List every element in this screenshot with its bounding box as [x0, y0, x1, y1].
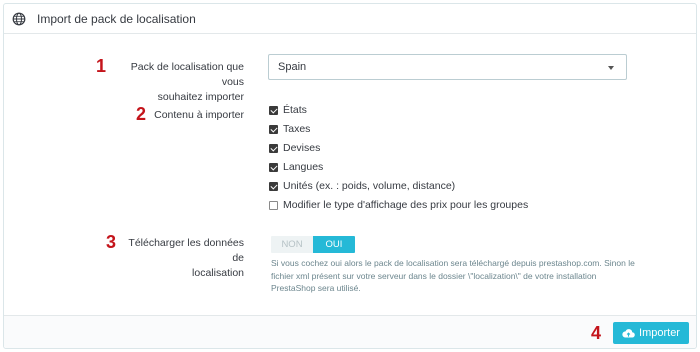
- step-number-4: 4: [591, 323, 602, 343]
- download-label: Télécharger les données de localisation: [114, 236, 244, 281]
- pack-select-value: Spain: [278, 61, 307, 73]
- pack-label-line2: souhaitez importer: [157, 91, 244, 103]
- chevron-down-icon: [608, 66, 614, 70]
- help-line-3: PrestaShop sera utilisé.: [271, 283, 361, 293]
- checkbox-unites[interactable]: Unités (ex. : poids, volume, distance): [269, 180, 455, 192]
- import-button[interactable]: Importer: [613, 322, 689, 344]
- checkbox-label: États: [283, 104, 307, 116]
- checkbox-box[interactable]: [269, 200, 278, 210]
- download-toggle[interactable]: NON OUI: [271, 236, 355, 253]
- pack-label: Pack de localisation que vous souhaitez …: [108, 60, 244, 105]
- pack-label-line1: Pack de localisation que vous: [130, 61, 244, 88]
- content-label: Contenu à importer: [154, 109, 244, 121]
- checkbox-devises[interactable]: Devises: [269, 142, 320, 154]
- panel-heading: Import de pack de localisation: [4, 4, 696, 34]
- checkbox-label: Devises: [283, 142, 321, 154]
- download-label-line2: localisation: [192, 267, 244, 279]
- pack-select[interactable]: Spain: [268, 54, 627, 80]
- checkbox-label: Taxes: [283, 123, 311, 135]
- import-button-label: Importer: [639, 327, 680, 339]
- download-label-line1: Télécharger les données de: [128, 237, 244, 264]
- toggle-option-yes[interactable]: OUI: [313, 236, 355, 253]
- checkbox-label: Unités (ex. : poids, volume, distance): [283, 180, 456, 192]
- checkbox-box[interactable]: [269, 105, 278, 115]
- checkbox-box[interactable]: [269, 124, 278, 134]
- checkbox-box[interactable]: [269, 162, 278, 172]
- checkbox-box[interactable]: [269, 181, 278, 191]
- globe-icon: [12, 12, 26, 25]
- panel-title: Import de pack de localisation: [37, 11, 196, 26]
- help-line-2: fichier xml présent sur votre serveur da…: [271, 270, 597, 281]
- checkbox-label: Langues: [283, 161, 324, 173]
- cloud-upload-icon: [622, 329, 635, 338]
- download-help-text: Si vous cochez oui alors le pack de loca…: [271, 257, 691, 295]
- checkbox-langues[interactable]: Langues: [269, 161, 323, 173]
- checkbox-box[interactable]: [269, 143, 278, 153]
- localization-import-panel: Import de pack de localisation 1 Pack de…: [3, 3, 697, 349]
- checkbox-label: Modifier le type d'affichage des prix po…: [283, 199, 529, 211]
- panel-footer: 4 Importer: [4, 315, 696, 348]
- help-line-1: Si vous cochez oui alors le pack de loca…: [271, 258, 635, 268]
- step-number-1: 1: [96, 56, 107, 76]
- checkbox-etats[interactable]: États: [269, 104, 307, 116]
- toggle-option-no[interactable]: NON: [271, 236, 313, 253]
- checkbox-price-display[interactable]: Modifier le type d'affichage des prix po…: [269, 199, 528, 211]
- checkbox-taxes[interactable]: Taxes: [269, 123, 310, 135]
